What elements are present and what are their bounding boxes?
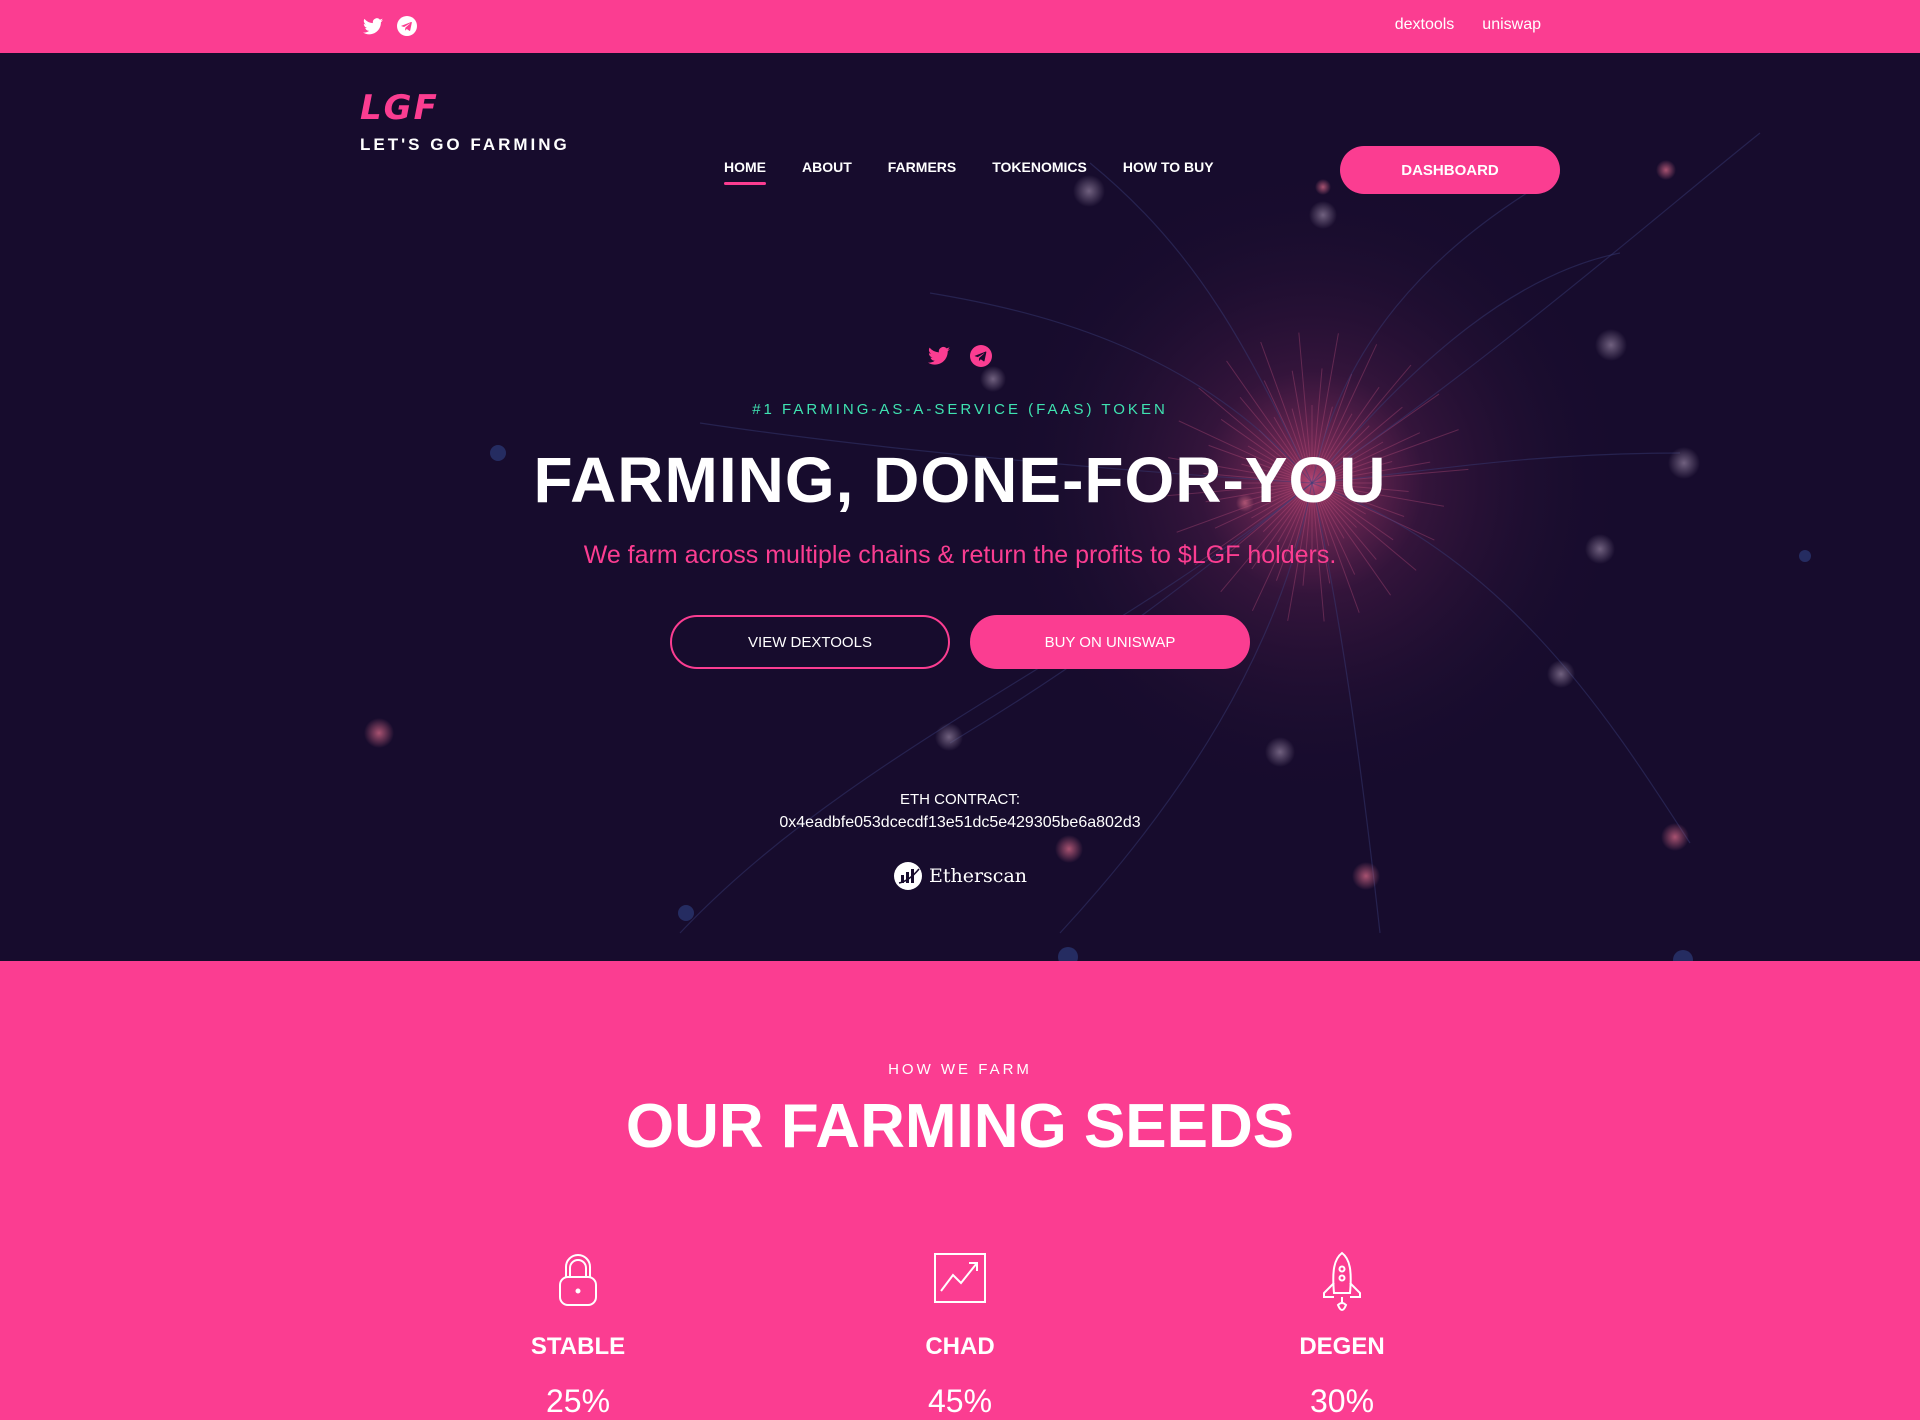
nav-menu: HOME ABOUT FARMERS TOKENOMICS HOW TO BUY: [724, 159, 1214, 185]
twitter-icon[interactable]: [928, 345, 950, 367]
etherscan-icon: [893, 861, 923, 891]
farming-seeds-section: HOW WE FARM OUR FARMING SEEDS STABLE 25%: [0, 961, 1920, 1420]
top-links: dextools uniswap: [1395, 16, 1541, 34]
dextools-link[interactable]: dextools: [1395, 16, 1455, 34]
brand-name: LET'S GO FARMING: [360, 135, 570, 154]
hero-social-links: [0, 345, 1920, 367]
top-bar: dextools uniswap: [0, 0, 1920, 53]
hero-tagline: #1 FARMING-AS-A-SERVICE (FAAS) TOKEN: [752, 401, 1168, 418]
chart-icon: [810, 1251, 1110, 1315]
twitter-icon[interactable]: [362, 15, 384, 37]
nav-item-about[interactable]: ABOUT: [802, 159, 852, 185]
telegram-icon[interactable]: [970, 345, 992, 367]
brand-logo[interactable]: LGF LET'S GO FARMING: [360, 91, 570, 155]
nav-item-home[interactable]: HOME: [724, 159, 766, 185]
seed-percent: 45%: [927, 1383, 993, 1419]
view-dextools-button[interactable]: VIEW DEXTOOLS: [670, 615, 950, 669]
seed-name: DEGEN: [1299, 1333, 1385, 1360]
hero-headline: FARMING, DONE-FOR-YOU: [533, 444, 1387, 516]
dashboard-button[interactable]: DASHBOARD: [1340, 146, 1560, 194]
hero-section: LGF LET'S GO FARMING HOME ABOUT FARMERS …: [0, 53, 1920, 961]
seed-card-chad: CHAD 45%: [810, 1251, 1110, 1420]
contract-label: ETH CONTRACT:: [900, 791, 1020, 808]
seed-percent: 25%: [545, 1383, 611, 1419]
top-social-links: [362, 15, 418, 37]
section-eyebrow: HOW WE FARM: [888, 1061, 1032, 1078]
buy-on-uniswap-button[interactable]: BUY ON UNISWAP: [970, 615, 1250, 669]
seed-name: CHAD: [925, 1333, 995, 1360]
etherscan-link[interactable]: Etherscan: [0, 861, 1920, 891]
telegram-icon[interactable]: [396, 15, 418, 37]
seed-name: STABLE: [530, 1333, 626, 1360]
main-navigation: LGF LET'S GO FARMING HOME ABOUT FARMERS …: [0, 53, 1920, 233]
hero-buttons: VIEW DEXTOOLS BUY ON UNISWAP: [0, 615, 1920, 669]
logo-mark: LGF: [360, 88, 439, 128]
rocket-icon: [1192, 1251, 1492, 1315]
etherscan-label: Etherscan: [928, 865, 1028, 887]
hero-subline: We farm across multiple chains & return …: [583, 541, 1337, 569]
nav-item-tokenomics[interactable]: TOKENOMICS: [992, 159, 1087, 185]
seed-card-stable: STABLE 25%: [428, 1251, 728, 1420]
lock-icon: [428, 1251, 728, 1315]
uniswap-link[interactable]: uniswap: [1482, 16, 1541, 34]
contract-address[interactable]: 0x4eadbfe053dcecdf13e51dc5e429305be6a802…: [0, 814, 1920, 832]
nav-item-how-to-buy[interactable]: HOW TO BUY: [1123, 159, 1214, 185]
nav-item-farmers[interactable]: FARMERS: [888, 159, 956, 185]
seed-percent: 30%: [1309, 1383, 1375, 1419]
seed-card-degen: DEGEN 30%: [1192, 1251, 1492, 1420]
section-title: OUR FARMING SEEDS: [625, 1092, 1295, 1161]
